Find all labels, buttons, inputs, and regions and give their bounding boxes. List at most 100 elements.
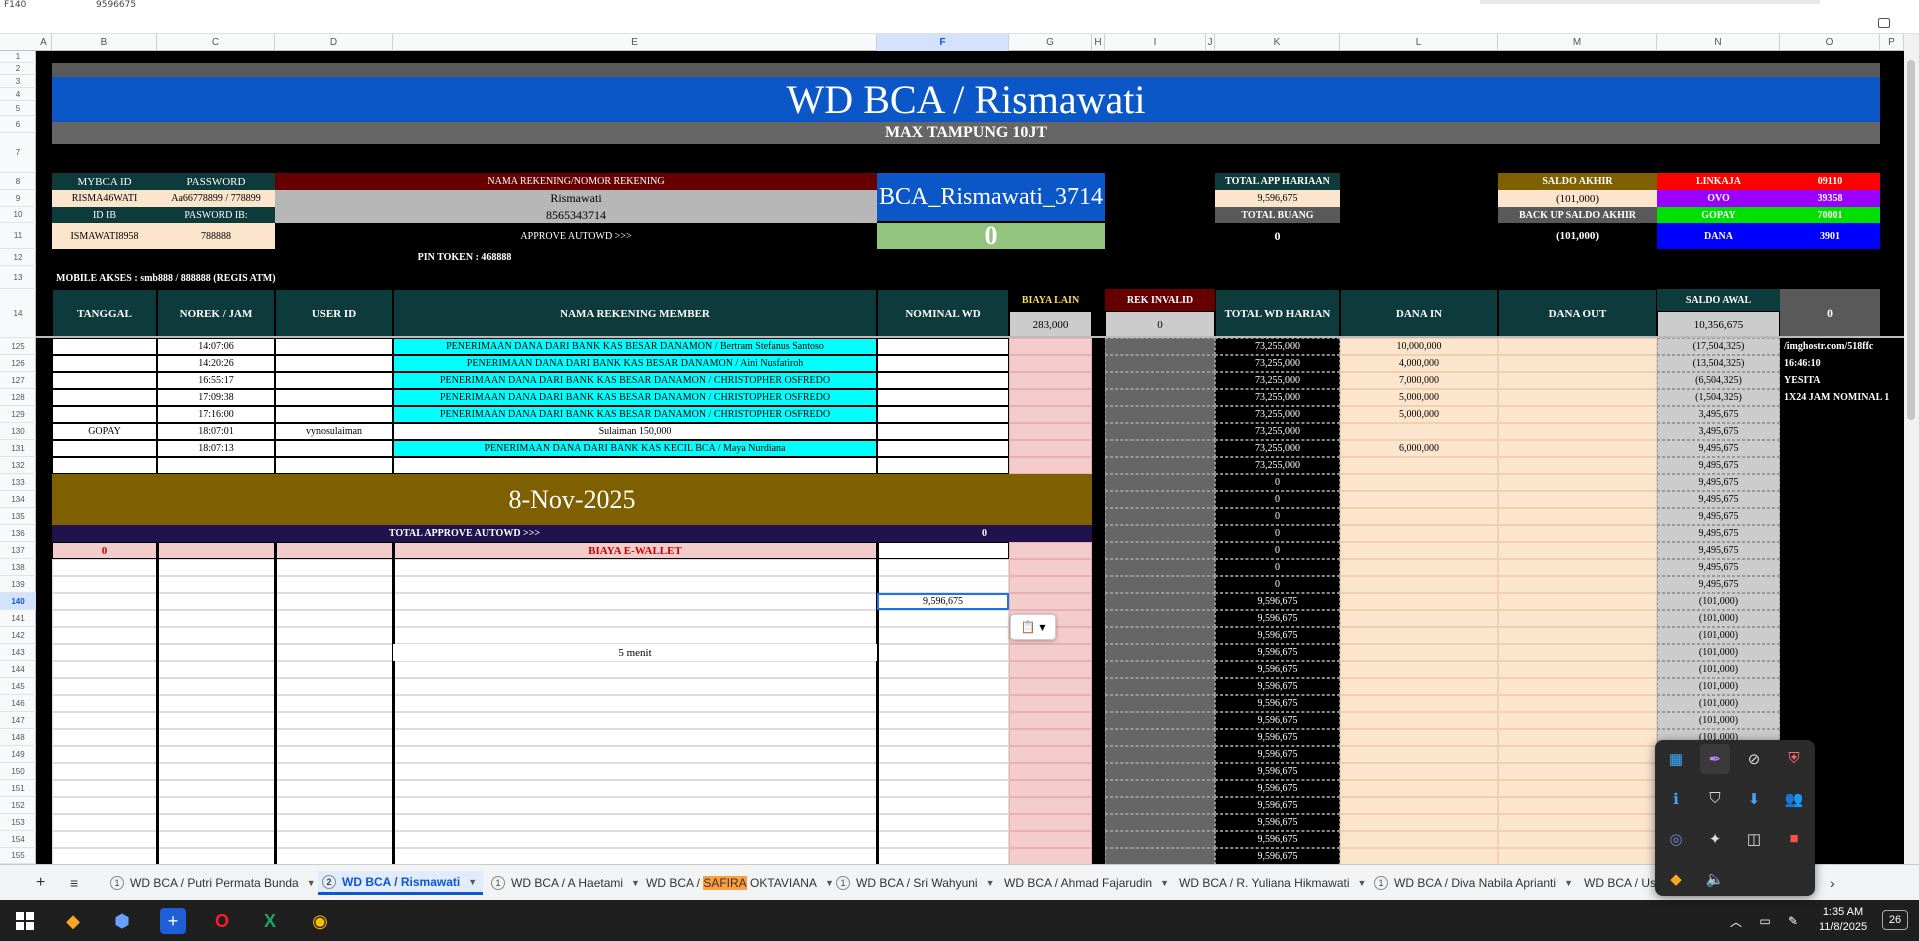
dana-in-cell[interactable]	[1340, 457, 1498, 474]
dana-in-cell[interactable]	[1340, 610, 1498, 627]
dana-in-cell[interactable]	[1340, 576, 1498, 593]
biaya-cell[interactable]	[1009, 780, 1092, 797]
invalid-cell[interactable]	[1105, 627, 1215, 644]
saldo-cell[interactable]: 9,495,675	[1657, 525, 1780, 542]
nama-member-cell[interactable]: PENERIMAAN DANA DARI BANK KAS BESAR DANA…	[393, 355, 877, 372]
dana-out-cell[interactable]	[1498, 763, 1657, 780]
invalid-cell[interactable]	[1105, 576, 1215, 593]
tanggal-cell[interactable]	[52, 644, 157, 661]
row-header-9[interactable]: 9	[0, 190, 36, 207]
total-wd-cell[interactable]: 73,255,000	[1215, 406, 1340, 423]
app-icon[interactable]: ⬢	[107, 906, 137, 936]
jam-cell[interactable]	[157, 559, 275, 576]
dana-out-cell[interactable]	[1498, 457, 1657, 474]
user-cell[interactable]	[275, 593, 393, 610]
nominal-cell[interactable]	[877, 440, 1009, 457]
total-wd-cell[interactable]: 9,596,675	[1215, 712, 1340, 729]
tab-menu-icon[interactable]: ▼	[468, 877, 477, 887]
saldo-cell[interactable]: (17,504,325)	[1657, 338, 1780, 355]
row-header-144[interactable]: 144	[0, 661, 36, 678]
column-header-c[interactable]: C	[157, 34, 275, 51]
sheet-tab[interactable]: WD BCA / SAFIRA OKTAVIANA ▼	[642, 871, 840, 895]
invalid-cell[interactable]	[1105, 508, 1215, 525]
dana-out-cell[interactable]	[1498, 491, 1657, 508]
total-wd-cell[interactable]: 73,255,000	[1215, 440, 1340, 457]
column-header-p[interactable]: P	[1880, 34, 1904, 51]
column-header-j[interactable]: J	[1206, 34, 1215, 51]
row-header-145[interactable]: 145	[0, 678, 36, 695]
invalid-cell[interactable]	[1105, 712, 1215, 729]
tanggal-cell[interactable]	[52, 559, 157, 576]
invalid-cell[interactable]	[1105, 848, 1215, 864]
nama-member-cell[interactable]	[393, 661, 877, 678]
total-wd-cell[interactable]: 9,596,675	[1215, 848, 1340, 864]
tray-security-icon[interactable]: ⛨	[1779, 744, 1809, 774]
excel-icon[interactable]: X	[255, 906, 285, 936]
tanggal-cell[interactable]	[52, 389, 157, 406]
total-wd-cell[interactable]: 9,596,675	[1215, 797, 1340, 814]
row-header-130[interactable]: 130	[0, 423, 36, 440]
biaya-cell[interactable]	[1009, 746, 1092, 763]
total-wd-cell[interactable]: 0	[1215, 508, 1340, 525]
row-header-148[interactable]: 148	[0, 729, 36, 746]
total-wd-cell[interactable]: 9,596,675	[1215, 678, 1340, 695]
nama-member-cell[interactable]	[393, 576, 877, 593]
chevron-up-icon[interactable]: ︿	[1721, 906, 1751, 936]
nominal-cell[interactable]	[877, 814, 1009, 831]
windows-start-icon[interactable]	[10, 906, 40, 936]
nominal-cell[interactable]	[877, 406, 1009, 423]
row-header-126[interactable]: 126	[0, 355, 36, 372]
row-header-140[interactable]: 140	[0, 593, 36, 610]
dana-in-cell[interactable]	[1340, 661, 1498, 678]
dana-out-cell[interactable]	[1498, 542, 1657, 559]
biaya-cell[interactable]	[1009, 389, 1092, 406]
dana-in-cell[interactable]	[1340, 559, 1498, 576]
tanggal-cell[interactable]	[52, 576, 157, 593]
dana-out-cell[interactable]	[1498, 389, 1657, 406]
column-header-f[interactable]: F	[877, 34, 1009, 51]
nominal-cell[interactable]	[877, 661, 1009, 678]
dana-in-cell[interactable]	[1340, 712, 1498, 729]
row-header-136[interactable]: 136	[0, 525, 36, 542]
row-header-129[interactable]: 129	[0, 406, 36, 423]
biaya-cell[interactable]	[1009, 372, 1092, 389]
saldo-cell[interactable]: (101,000)	[1657, 627, 1780, 644]
column-header-k[interactable]: K	[1215, 34, 1340, 51]
dana-in-cell[interactable]: 7,000,000	[1340, 372, 1498, 389]
user-cell[interactable]	[275, 797, 393, 814]
jam-cell[interactable]	[157, 831, 275, 848]
total-wd-cell[interactable]: 73,255,000	[1215, 423, 1340, 440]
tray-antivirus-icon[interactable]: ■	[1779, 824, 1809, 854]
biaya-cell[interactable]	[1009, 457, 1092, 474]
jam-cell[interactable]	[157, 644, 275, 661]
tray-camera-icon[interactable]: ◫	[1739, 824, 1769, 854]
total-wd-cell[interactable]: 73,255,000	[1215, 389, 1340, 406]
row-header-134[interactable]: 134	[0, 491, 36, 508]
row-header-128[interactable]: 128	[0, 389, 36, 406]
sheet-tab[interactable]: 2 WD BCA / Rismawati ▼	[318, 871, 484, 895]
tanggal-cell[interactable]	[52, 848, 157, 864]
saldo-cell[interactable]: 9,495,675	[1657, 576, 1780, 593]
dana-out-cell[interactable]	[1498, 474, 1657, 491]
dana-in-cell[interactable]	[1340, 491, 1498, 508]
biaya-cell[interactable]	[1009, 355, 1092, 372]
dana-in-cell[interactable]: 5,000,000	[1340, 406, 1498, 423]
saldo-cell[interactable]: (101,000)	[1657, 712, 1780, 729]
invalid-cell[interactable]	[1105, 440, 1215, 457]
notification-badge[interactable]: 26	[1882, 910, 1908, 930]
column-header-a[interactable]: A	[36, 34, 52, 51]
jam-cell[interactable]	[157, 797, 275, 814]
nominal-cell[interactable]	[877, 729, 1009, 746]
invalid-cell[interactable]	[1105, 814, 1215, 831]
nominal-cell[interactable]	[877, 848, 1009, 864]
user-cell[interactable]	[275, 712, 393, 729]
dana-in-cell[interactable]	[1340, 780, 1498, 797]
row-header-141[interactable]: 141	[0, 610, 36, 627]
tanggal-cell[interactable]	[52, 338, 157, 355]
jam-cell[interactable]: 16:55:17	[157, 372, 275, 389]
user-cell[interactable]	[275, 406, 393, 423]
nama-member-cell[interactable]	[393, 627, 877, 644]
row-header-8[interactable]: 8	[0, 173, 36, 190]
dana-in-cell[interactable]: 4,000,000	[1340, 355, 1498, 372]
nama-member-cell[interactable]: PENERIMAAN DANA DARI BANK KAS BESAR DANA…	[393, 389, 877, 406]
